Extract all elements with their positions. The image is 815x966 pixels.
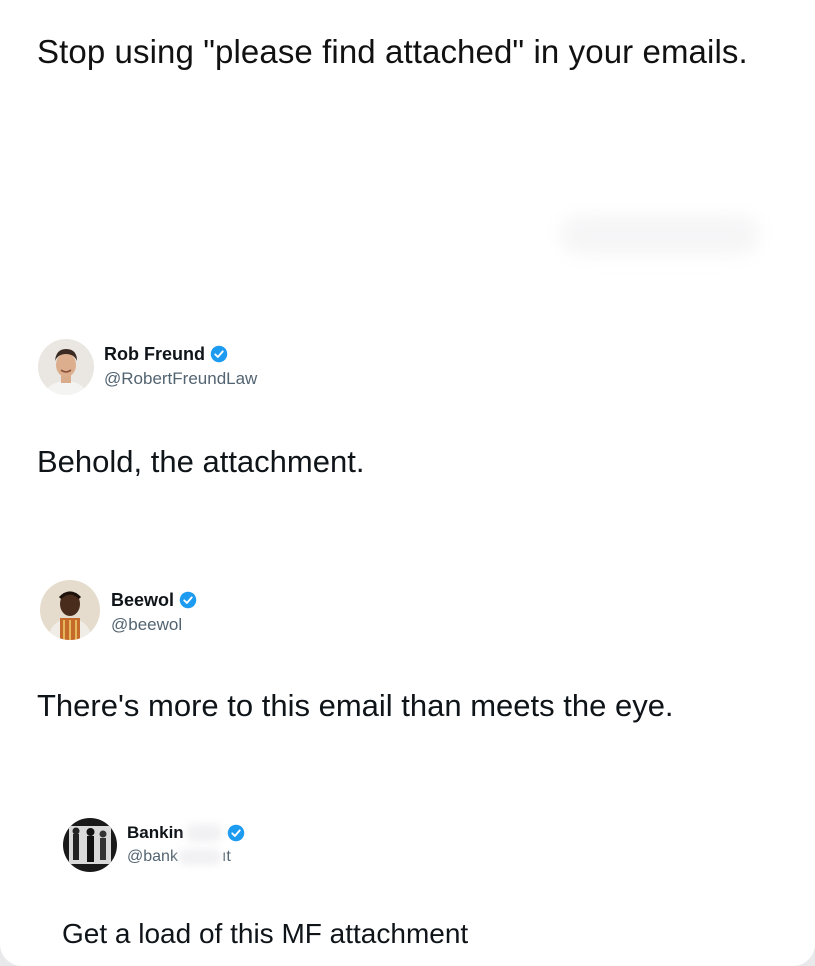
verified-badge-icon bbox=[210, 345, 228, 363]
display-name-row: Rob Freund bbox=[104, 342, 228, 366]
avatar[interactable] bbox=[38, 339, 94, 395]
post-text: Behold, the attachment. bbox=[37, 444, 365, 479]
post-text: There's more to this email than meets th… bbox=[37, 688, 674, 723]
man-portrait-avatar-icon bbox=[40, 580, 100, 640]
man-portrait-avatar-icon bbox=[38, 339, 94, 395]
user-handle[interactable]: @RobertFreundLaw bbox=[104, 369, 257, 389]
handle-visible-start: @bank bbox=[127, 848, 178, 865]
user-handle[interactable]: @bank ıt bbox=[127, 848, 231, 866]
display-name-row: Beewol bbox=[111, 588, 197, 612]
display-name-row: Bankin bbox=[127, 821, 245, 845]
redacted-handle-blur bbox=[177, 848, 222, 865]
post-screenshot-card: Stop using "please find attached" in you… bbox=[0, 0, 815, 966]
headline-text: Stop using "please find attached" in you… bbox=[37, 33, 748, 70]
verified-badge-icon bbox=[179, 591, 197, 609]
display-name[interactable]: Bankin bbox=[127, 823, 184, 843]
user-handle[interactable]: @beewol bbox=[111, 615, 182, 635]
display-name[interactable]: Rob Freund bbox=[104, 344, 205, 365]
faded-area bbox=[560, 215, 760, 255]
post-text: Get a load of this MF attachment bbox=[62, 918, 469, 949]
avatar[interactable] bbox=[40, 580, 100, 640]
avatar[interactable] bbox=[63, 818, 117, 872]
handle-visible-end: ıt bbox=[221, 848, 231, 865]
verified-badge-icon bbox=[227, 824, 244, 842]
display-name[interactable]: Beewol bbox=[111, 590, 174, 611]
bw-figures-avatar-icon bbox=[63, 818, 117, 872]
redacted-name-blur bbox=[185, 824, 222, 842]
